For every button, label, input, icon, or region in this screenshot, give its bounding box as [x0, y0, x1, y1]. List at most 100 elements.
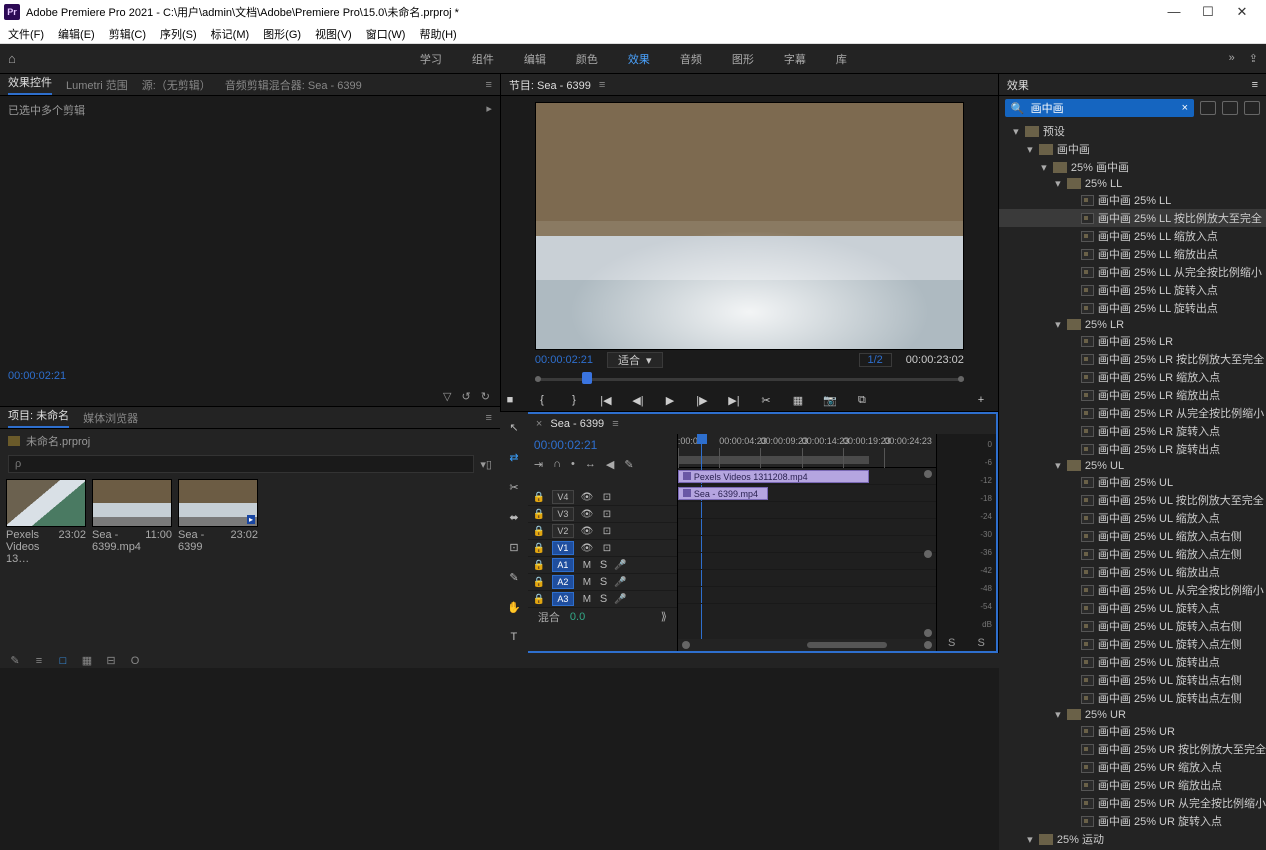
clear-search-icon[interactable]: ×: [1182, 102, 1188, 114]
workspace-编辑[interactable]: 编辑: [524, 51, 546, 67]
fx-node-29[interactable]: 画中画 25% UL 旋转入点左侧: [999, 635, 1266, 653]
ec-tool-2[interactable]: ↻: [481, 390, 490, 403]
proj-panel-menu[interactable]: ≡: [486, 412, 492, 424]
tl-opt-1[interactable]: ∩: [553, 458, 561, 471]
menu-5[interactable]: 图形(G): [263, 26, 301, 42]
fx-node-7[interactable]: 画中画 25% LL 缩放出点: [999, 245, 1266, 263]
tl-tool-4[interactable]: ⊡: [505, 538, 523, 556]
fx-node-22[interactable]: 画中画 25% UL 缩放入点: [999, 509, 1266, 527]
sync-icon[interactable]: ⊡: [600, 509, 614, 520]
workspace-学习[interactable]: 学习: [420, 51, 442, 67]
fx-node-34[interactable]: 画中画 25% UR: [999, 722, 1266, 740]
program-playhead[interactable]: [582, 372, 592, 384]
fx-node-26[interactable]: 画中画 25% UL 从完全按比例缩小: [999, 581, 1266, 599]
status-icon-5[interactable]: O: [128, 655, 142, 667]
project-search-input[interactable]: [8, 455, 474, 473]
fx-node-17[interactable]: 画中画 25% LR 旋转入点: [999, 422, 1266, 440]
lock-icon[interactable]: 🔒: [532, 492, 546, 503]
transport-11[interactable]: ⧉: [853, 394, 871, 407]
fx-node-40[interactable]: ▾25% 运动: [999, 830, 1266, 848]
tl-tool-5[interactable]: ✎: [505, 568, 523, 586]
fx-node-0[interactable]: ▾预设: [999, 122, 1266, 140]
fx-filter-3[interactable]: [1244, 101, 1260, 115]
solo-icon[interactable]: S: [600, 593, 607, 605]
transport-7[interactable]: ▶|: [725, 394, 743, 407]
effects-search-input[interactable]: 🔍 画中画 ×: [1005, 99, 1194, 117]
fx-filter-1[interactable]: [1200, 101, 1216, 115]
lock-icon[interactable]: 🔒: [532, 560, 546, 571]
track-row[interactable]: [678, 587, 936, 604]
track-row[interactable]: [678, 502, 936, 519]
timeline-h-scroll[interactable]: [678, 639, 936, 651]
track-row[interactable]: Pexels Videos 1311208.mp4: [678, 468, 936, 485]
tl-tool-1[interactable]: ⇄: [505, 448, 523, 466]
transport-4[interactable]: ◀|: [629, 394, 647, 407]
fx-filter-2[interactable]: [1222, 101, 1238, 115]
timeline-timecode[interactable]: 00:00:02:21: [528, 434, 677, 456]
tl-opt-2[interactable]: •: [571, 458, 575, 471]
track-row[interactable]: [678, 519, 936, 536]
fx-node-38[interactable]: 画中画 25% UR 从完全按比例缩小: [999, 794, 1266, 812]
track-row[interactable]: Sea - 6399.mp4: [678, 485, 936, 502]
toggle-icon[interactable]: 👁: [580, 492, 594, 503]
v-scroll-mid[interactable]: [924, 550, 932, 558]
window-close[interactable]: ✕: [1232, 4, 1252, 20]
menu-0[interactable]: 文件(F): [8, 26, 44, 42]
fx-node-10[interactable]: 画中画 25% LL 旋转出点: [999, 299, 1266, 317]
sync-icon[interactable]: ⊡: [600, 492, 614, 503]
window-minimize[interactable]: —: [1164, 4, 1184, 20]
new-bin-icon[interactable]: ▾▯: [480, 458, 492, 471]
status-icon-3[interactable]: ▦: [80, 654, 94, 667]
effects-menu-icon[interactable]: ≡: [1252, 79, 1258, 91]
track-row[interactable]: [678, 553, 936, 570]
program-timecode[interactable]: 00:00:02:21: [535, 354, 593, 366]
more-workspaces[interactable]: »: [1229, 52, 1235, 65]
fx-node-24[interactable]: 画中画 25% UL 缩放入点左侧: [999, 545, 1266, 563]
disclosure-icon[interactable]: ▾: [1011, 125, 1021, 138]
fx-node-11[interactable]: ▾25% LR: [999, 317, 1266, 332]
audio-track-A3[interactable]: 🔒A3MS🎤: [528, 591, 677, 608]
transport-1[interactable]: {: [533, 394, 551, 407]
status-icon-0[interactable]: ✎: [8, 654, 22, 667]
disclosure-icon[interactable]: ▾: [1053, 708, 1063, 721]
workspace-颜色[interactable]: 颜色: [576, 51, 598, 67]
video-preview[interactable]: [535, 102, 964, 350]
audio-track-A2[interactable]: 🔒A2MS🎤: [528, 574, 677, 591]
fx-node-37[interactable]: 画中画 25% UR 缩放出点: [999, 776, 1266, 794]
solo-icon[interactable]: S: [600, 559, 607, 571]
rec-icon[interactable]: 🎤: [613, 594, 627, 605]
fx-node-32[interactable]: 画中画 25% UL 旋转出点左侧: [999, 689, 1266, 707]
track-row[interactable]: [678, 570, 936, 587]
track-row[interactable]: [678, 536, 936, 553]
solo-l[interactable]: S: [948, 637, 955, 649]
fx-node-1[interactable]: ▾画中画: [999, 140, 1266, 158]
fx-node-15[interactable]: 画中画 25% LR 缩放出点: [999, 386, 1266, 404]
fx-node-16[interactable]: 画中画 25% LR 从完全按比例缩小: [999, 404, 1266, 422]
lock-icon[interactable]: 🔒: [532, 526, 546, 537]
zoom-fit-dropdown[interactable]: 适合▾: [607, 352, 663, 368]
proj-tab-1[interactable]: 媒体浏览器: [83, 410, 138, 426]
disclosure-icon[interactable]: ▾: [1053, 459, 1063, 472]
transport-2[interactable]: }: [565, 394, 583, 407]
toggle-icon[interactable]: M: [580, 577, 594, 588]
menu-3[interactable]: 序列(S): [160, 26, 197, 42]
video-track-V1[interactable]: 🔒V1👁⊡: [528, 540, 677, 557]
timeline-close-icon[interactable]: ×: [536, 418, 542, 430]
sync-icon[interactable]: ⊡: [600, 543, 614, 554]
lock-icon[interactable]: 🔒: [532, 543, 546, 554]
ec-expand-icon[interactable]: ▸: [486, 102, 492, 115]
lock-icon[interactable]: 🔒: [532, 594, 546, 605]
menu-7[interactable]: 窗口(W): [366, 26, 406, 42]
audio-track-A1[interactable]: 🔒A1MS🎤: [528, 557, 677, 574]
program-menu-icon[interactable]: ≡: [599, 79, 605, 91]
time-ruler[interactable]: :00:0000:00:04:2300:00:09:2300:00:14:230…: [678, 434, 936, 468]
solo-r[interactable]: S: [978, 637, 985, 649]
ec-timecode[interactable]: 00:00:02:21: [0, 366, 500, 386]
fx-node-18[interactable]: 画中画 25% LR 旋转出点: [999, 440, 1266, 458]
fx-node-2[interactable]: ▾25% 画中画: [999, 158, 1266, 176]
rec-icon[interactable]: 🎤: [613, 560, 627, 571]
ec-tab-0[interactable]: 效果控件: [8, 74, 52, 95]
ec-tool-1[interactable]: ↺: [461, 390, 470, 403]
proj-tab-0[interactable]: 项目: 未命名: [8, 407, 69, 428]
workspace-库[interactable]: 库: [836, 51, 847, 67]
